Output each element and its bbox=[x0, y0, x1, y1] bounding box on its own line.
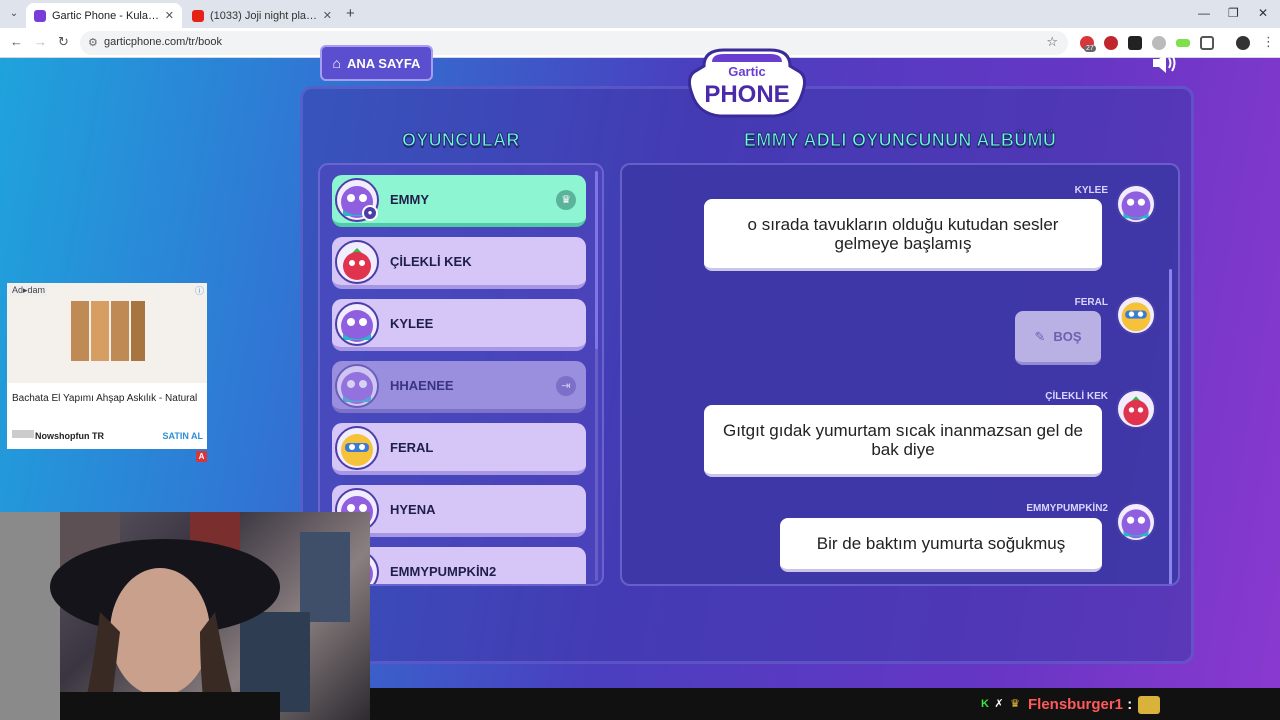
close-window-icon[interactable]: ✕ bbox=[1258, 6, 1268, 20]
player-item-kylee[interactable]: KYLEE bbox=[332, 299, 586, 351]
ad-tag: Ad▸dam bbox=[10, 285, 48, 296]
album-author: ÇİLEKLİ KEK bbox=[1045, 391, 1108, 402]
new-tab-button[interactable]: + bbox=[346, 5, 355, 22]
album-text-bubble: Gıtgıt gıdak yumurtam sıcak inanmazsan g… bbox=[704, 405, 1102, 477]
player-name: EMMYPUMPKİN2 bbox=[390, 563, 497, 579]
ad-product-image bbox=[7, 283, 207, 383]
extension-icon[interactable] bbox=[1104, 36, 1118, 50]
ad-title[interactable]: Bachata El Yapımı Ahşap Askılık - Natura… bbox=[12, 393, 197, 404]
tab-gartic-phone[interactable]: Gartic Phone - Kulaktan Kulağa ✕ bbox=[26, 3, 182, 28]
back-icon[interactable]: ← bbox=[10, 34, 23, 49]
album-text-bubble: Bir de baktım yumurta soğukmuş bbox=[780, 518, 1102, 572]
chat-username: Flensburger1 : bbox=[1028, 696, 1132, 713]
player-item-hhaenee[interactable]: HHAENEE ⇥ bbox=[332, 361, 586, 413]
players-scrollbar[interactable] bbox=[595, 171, 598, 349]
profile-avatar[interactable] bbox=[1236, 36, 1250, 50]
tab-search-icon[interactable]: ⌄ bbox=[6, 6, 22, 22]
avatar bbox=[335, 240, 379, 284]
album-author: KYLEE bbox=[1074, 185, 1108, 196]
extension-icon[interactable] bbox=[1128, 36, 1142, 50]
players-title: OYUNCULAR bbox=[402, 130, 520, 151]
album-title: EMMY ADLI OYUNCUNUN ALBÜMÜ bbox=[743, 130, 1057, 151]
ad-banner[interactable]: Ad▸dam ⓘ Bachata El Yapımı Ahşap Askılık… bbox=[7, 283, 207, 449]
buy-button[interactable]: SATIN AL bbox=[163, 431, 204, 441]
url-field[interactable]: ⚙ garticphone.com/tr/book ☆ bbox=[80, 31, 1068, 55]
album-text-bubble: o sırada tavukların olduğu kutudan sesle… bbox=[704, 199, 1102, 271]
album-author: EMMYPUMPKİN2 bbox=[1026, 503, 1108, 514]
chat-separator: : bbox=[1127, 696, 1133, 713]
home-button-label: ANA SAYFA bbox=[347, 55, 421, 71]
subscriber-badge-icon: K bbox=[981, 698, 989, 710]
player-item-emmypumpkin2[interactable]: EMMYPUMPKİN2 bbox=[332, 547, 586, 584]
empty-label: BOŞ bbox=[1053, 329, 1082, 344]
avatar bbox=[1116, 184, 1156, 224]
avatar bbox=[335, 426, 379, 470]
close-tab-icon[interactable]: ✕ bbox=[165, 9, 174, 22]
ad-info-icon[interactable]: ⓘ bbox=[195, 284, 204, 297]
album-author: FERAL bbox=[1074, 297, 1108, 308]
chat-username-text: Flensburger1 bbox=[1028, 696, 1124, 713]
album-panel[interactable]: KYLEE o sırada tavukların olduğu kutudan… bbox=[620, 163, 1180, 586]
gartic-favicon-icon bbox=[34, 9, 46, 22]
album-scrollbar[interactable] bbox=[1169, 269, 1172, 584]
badge-icon: ✗ bbox=[994, 698, 1004, 710]
tab-youtube[interactable]: (1033) Joji night playlist | pr. ✕ bbox=[184, 3, 340, 28]
user-icon: ● bbox=[362, 205, 378, 221]
player-item-feral[interactable]: FERAL bbox=[332, 423, 586, 475]
chat-emote bbox=[1138, 696, 1160, 714]
avatar bbox=[1116, 295, 1156, 335]
album-empty-entry: ✎ BOŞ bbox=[1015, 311, 1101, 365]
tab-bar: ⌄ Gartic Phone - Kulaktan Kulağa ✕ (1033… bbox=[0, 0, 1280, 28]
address-bar: ← → ↻ ⚙ garticphone.com/tr/book ☆ 27 ⋮ bbox=[0, 28, 1280, 58]
tab-title: (1033) Joji night playlist | pr. bbox=[210, 9, 319, 22]
shield-icon[interactable] bbox=[1152, 36, 1166, 50]
extension-icon[interactable] bbox=[1176, 39, 1190, 47]
url-text: garticphone.com/tr/book bbox=[104, 36, 223, 48]
forward-icon[interactable]: → bbox=[34, 34, 47, 49]
restore-icon[interactable]: ❐ bbox=[1228, 6, 1239, 20]
puzzle-icon[interactable] bbox=[1200, 36, 1214, 50]
player-name: FERAL bbox=[390, 439, 434, 455]
crown-icon: ♛ bbox=[556, 190, 576, 210]
logo-phone-text: PHONE bbox=[704, 81, 789, 108]
reload-icon[interactable]: ↻ bbox=[58, 34, 69, 50]
sound-icon[interactable] bbox=[1150, 50, 1178, 76]
player-name: HHAENEE bbox=[390, 377, 454, 393]
exit-icon: ⇥ bbox=[556, 376, 576, 396]
player-name: ÇİLEKLİ KEK bbox=[390, 253, 472, 269]
player-item-cilekli-kek[interactable]: ÇİLEKLİ KEK bbox=[332, 237, 586, 289]
close-tab-icon[interactable]: ✕ bbox=[323, 9, 332, 22]
ad-choices-icon[interactable]: A bbox=[196, 451, 207, 462]
bookmark-star-icon[interactable]: ☆ bbox=[1046, 34, 1058, 50]
home-icon: ⌂ bbox=[332, 55, 341, 71]
gartic-phone-logo: Gartic PHONE bbox=[687, 48, 807, 118]
player-item-hyena[interactable]: HYENA bbox=[332, 485, 586, 537]
menu-kebab-icon[interactable]: ⋮ bbox=[1262, 34, 1275, 50]
player-name: KYLEE bbox=[390, 315, 434, 331]
avatar bbox=[335, 302, 379, 346]
player-name: EMMY bbox=[390, 191, 429, 207]
site-info-icon[interactable]: ⚙ bbox=[88, 36, 98, 49]
extension-badge: 27 bbox=[1084, 45, 1096, 52]
avatar bbox=[1116, 502, 1156, 542]
home-button[interactable]: ⌂ ANA SAYFA bbox=[320, 45, 433, 81]
youtube-favicon-icon bbox=[192, 9, 204, 22]
crown-badge-icon: ♛ bbox=[1010, 698, 1020, 710]
ad-seller: Nowshopfun TR bbox=[35, 431, 104, 441]
seller-logo bbox=[12, 430, 34, 438]
tab-title: Gartic Phone - Kulaktan Kulağa bbox=[52, 9, 161, 22]
player-item-emmy[interactable]: ● EMMY ♛ bbox=[332, 175, 586, 227]
logo-gartic-text: Gartic bbox=[728, 64, 766, 79]
pencil-icon: ✎ bbox=[1034, 328, 1046, 344]
avatar bbox=[335, 364, 379, 408]
minimize-icon[interactable]: — bbox=[1198, 6, 1210, 20]
ad-tag-text: dam bbox=[27, 285, 46, 295]
avatar bbox=[1116, 389, 1156, 429]
player-name: HYENA bbox=[390, 501, 436, 517]
ad-tag-text: Ad bbox=[12, 285, 24, 295]
webcam-overlay bbox=[0, 512, 370, 720]
